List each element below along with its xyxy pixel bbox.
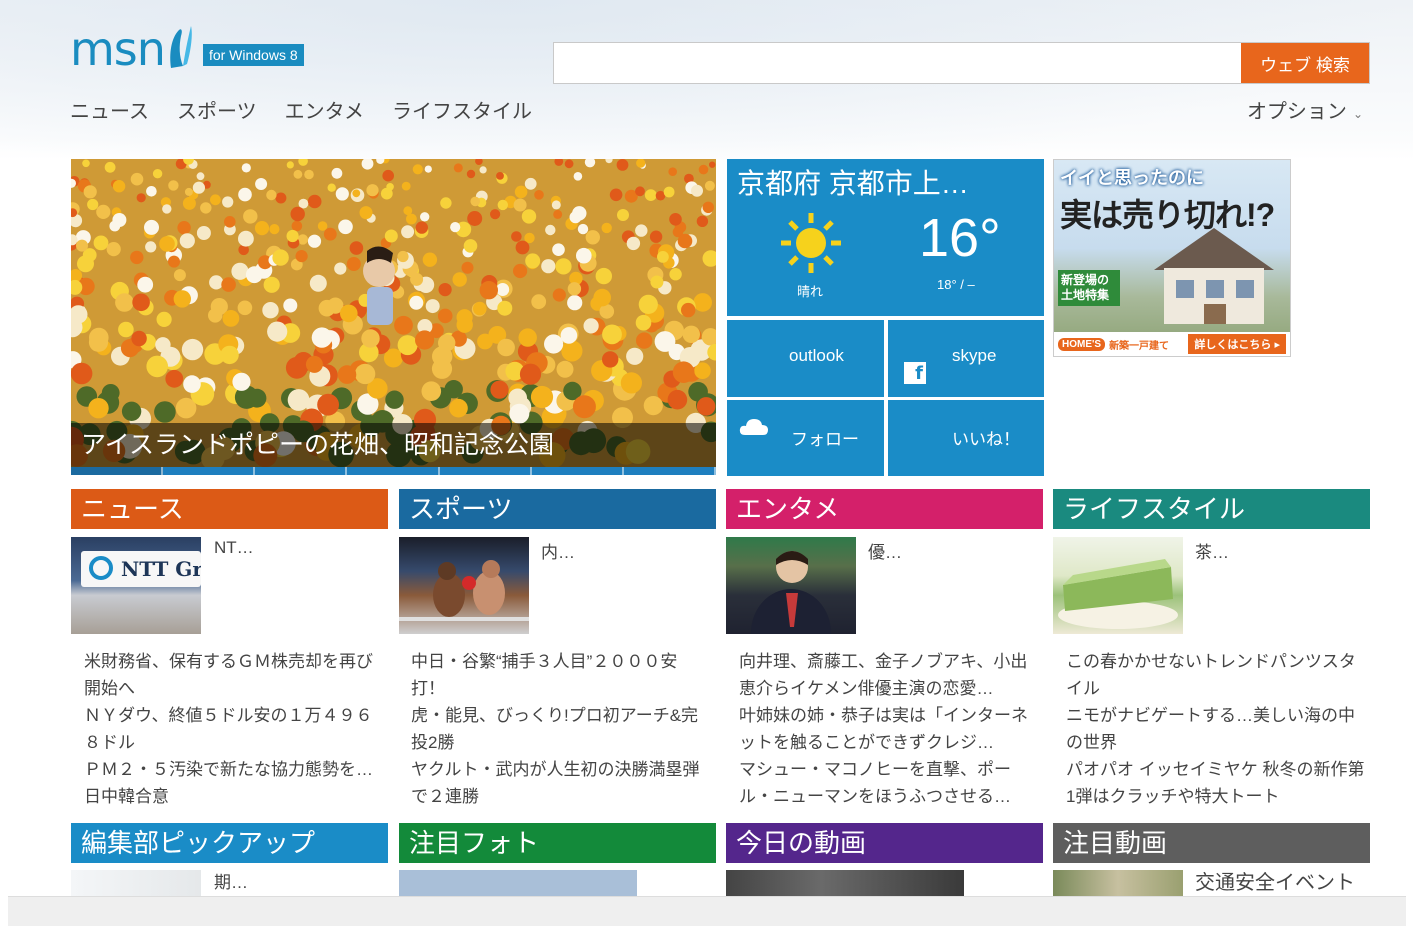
actor-image (751, 551, 831, 634)
lifestyle-headlines: この春かかせないトレンドパンツスタイル ニモがナビゲートする…美しい海の中の世界… (1066, 648, 1366, 810)
windows8-badge: for Windows 8 (202, 44, 304, 66)
butterfly-icon (170, 26, 192, 68)
slide-dot[interactable] (623, 467, 716, 475)
ad-tag: 新登場の土地特集 (1058, 270, 1120, 306)
slide-dot[interactable] (163, 467, 256, 475)
logo-text: msn (70, 22, 166, 76)
sports-thumb-title[interactable]: 内… (541, 538, 575, 563)
section-header-todays-videos[interactable]: 今日の動画 (726, 823, 1043, 863)
follow-tile[interactable]: フォロー (727, 400, 884, 476)
hero-slideshow[interactable]: アイスランドポピーの花畑、昭和記念公園 (71, 159, 716, 475)
ad-cta-button[interactable]: 詳しくはこちら ▸ (1188, 334, 1286, 354)
featured-video-thumbnail[interactable] (1053, 870, 1183, 896)
outlook-label: outlook (789, 346, 844, 365)
like-tile[interactable]: いいね！ (888, 400, 1044, 476)
options-menu[interactable]: オプション ⌄ (1247, 98, 1363, 128)
weather-condition: 晴れ (797, 284, 824, 299)
options-label: オプション (1246, 101, 1347, 123)
headline-link[interactable]: マシュー・マコノヒーを直撃、ポール・ニューマンをほうふつさせる… (739, 756, 1039, 810)
headline-link[interactable]: ヤクルト・武内が人生初の決勝満塁弾で２連勝 (411, 756, 711, 810)
section-header-editors-pick[interactable]: 編集部ピックアップ (71, 823, 388, 863)
sports-thumbnail[interactable] (399, 537, 529, 634)
weather-temperature: 16° (919, 208, 1001, 268)
weather-tile[interactable]: 京都府 京都市上… 晴れ 16° 18° / – (727, 159, 1044, 316)
slide-dot[interactable] (439, 467, 532, 475)
editors-pick-thumbnail[interactable] (71, 870, 201, 896)
like-label: いいね！ (952, 430, 1020, 449)
featured-photo-thumbnail[interactable] (399, 870, 637, 896)
search-box: ウェブ 検索 (553, 42, 1370, 84)
slide-dot[interactable] (347, 467, 440, 475)
sun-icon (781, 213, 841, 273)
skype-label: skype (952, 346, 997, 365)
nav-entertainment[interactable]: エンタメ (285, 98, 364, 126)
lifestyle-thumb-title[interactable]: 茶… (1195, 538, 1229, 563)
msn-logo[interactable]: msn for Windows 8 (70, 24, 304, 74)
headline-link[interactable]: この春かかせないトレンドパンツスタイル (1066, 648, 1366, 702)
top-navigation: ニュース スポーツ エンタメ ライフスタイル (70, 98, 560, 126)
chevron-down-icon: ⌄ (1352, 107, 1363, 121)
headline-link[interactable]: 虎・能見、びっくり!プロ初アーチ&完投2勝 (411, 702, 711, 756)
section-header-lifestyle[interactable]: ライフスタイル (1053, 489, 1370, 529)
nav-news[interactable]: ニュース (70, 98, 149, 126)
outlook-tile[interactable]: outlook (727, 320, 884, 397)
headline-link[interactable]: ニモがナビゲートする…美しい海の中の世界 (1066, 702, 1366, 756)
nav-lifestyle[interactable]: ライフスタイル (392, 98, 532, 126)
homes-logo: HOME'S (1058, 337, 1106, 351)
todays-video-thumbnail[interactable] (726, 870, 964, 896)
headline-link[interactable]: 米財務省、保有するＧＭ株売却を再び開始へ (84, 648, 384, 702)
headline-link[interactable]: パオパオ イッセイミヤケ 秋冬の新作第1弾はクラッチや特大トート (1066, 756, 1366, 810)
entertainment-headlines: 向井理、斎藤工、金子ノブアキ、小出恵介らイケメン俳優主演の恋愛… 叶姉妹の姉・恭… (739, 648, 1039, 810)
facebook-icon: f (904, 362, 926, 384)
msn-homepage: msn for Windows 8 ウェブ 検索 ニュース スポーツ エンタメ … (0, 0, 1413, 926)
sports-headlines: 中日・谷繁“捕手３人目”２０００安打！ 虎・能見、びっくり!プロ初アーチ&完投2… (411, 648, 711, 810)
section-header-entertainment[interactable]: エンタメ (726, 489, 1043, 529)
section-header-sports[interactable]: スポーツ (399, 489, 716, 529)
ntt-sign: NTT Gr (81, 551, 201, 587)
headline-link[interactable]: ＰＭ２・５汚染で新たな協力態勢を…日中韓合意 (84, 756, 384, 810)
slide-dot[interactable] (71, 467, 164, 475)
status-bar (8, 896, 1406, 926)
ad-title: 実は売り切れ!? (1060, 197, 1275, 233)
matcha-cake-image (1058, 559, 1178, 629)
section-header-news[interactable]: ニュース (71, 489, 388, 529)
ad-subtitle: 新築一戸建て (1109, 340, 1170, 352)
editors-pick-title[interactable]: 期… (214, 870, 248, 896)
ad-footer: HOME'S 新築一戸建て 詳しくはこちら ▸ (1054, 332, 1290, 356)
headline-link[interactable]: 向井理、斎藤工、金子ノブアキ、小出恵介らイケメン俳優主演の恋愛… (739, 648, 1039, 702)
boxing-image (399, 560, 529, 621)
news-headlines: 米財務省、保有するＧＭ株売却を再び開始へ ＮＹダウ、終値５ドル安の１万４９６８ド… (84, 648, 384, 810)
cloud-icon (739, 419, 768, 435)
featured-video-title[interactable]: 交通安全イベント (1195, 870, 1355, 896)
advertisement[interactable]: イイと思ったのに 実は売り切れ!? 新登場の土地特集 HOME'S 新築一戸建て… (1053, 159, 1291, 357)
slide-dot[interactable] (531, 467, 624, 475)
follow-label: フォロー (791, 430, 859, 449)
weather-range: 18° / – (937, 277, 975, 292)
slide-indicator (71, 467, 716, 475)
section-header-featured-photos[interactable]: 注目フォト (399, 823, 716, 863)
entertainment-thumbnail[interactable] (726, 537, 856, 634)
weather-location: 京都府 京都市上… (737, 168, 969, 199)
headline-link[interactable]: 中日・谷繁“捕手３人目”２０００安打！ (411, 648, 711, 702)
skype-tile[interactable]: f skype (888, 320, 1044, 397)
headline-link[interactable]: ＮＹダウ、終値５ドル安の１万４９６８ドル (84, 702, 384, 756)
ad-headline: イイと思ったのに (1060, 168, 1204, 188)
web-search-button[interactable]: ウェブ 検索 (1241, 43, 1369, 83)
news-thumb-title[interactable]: NT… (214, 538, 254, 558)
slide-dot[interactable] (255, 467, 348, 475)
section-header-featured-videos[interactable]: 注目動画 (1053, 823, 1370, 863)
entertainment-thumb-title[interactable]: 優… (868, 538, 902, 563)
hero-caption[interactable]: アイスランドポピーの花畑、昭和記念公園 (71, 423, 716, 467)
nav-sports[interactable]: スポーツ (177, 98, 257, 126)
search-input[interactable] (554, 43, 1241, 83)
lifestyle-thumbnail[interactable] (1053, 537, 1183, 634)
headline-link[interactable]: 叶姉妹の姉・恭子は実は「インターネットを触ることができずクレジ… (739, 702, 1039, 756)
news-thumbnail[interactable]: NTT Gr (71, 537, 201, 634)
